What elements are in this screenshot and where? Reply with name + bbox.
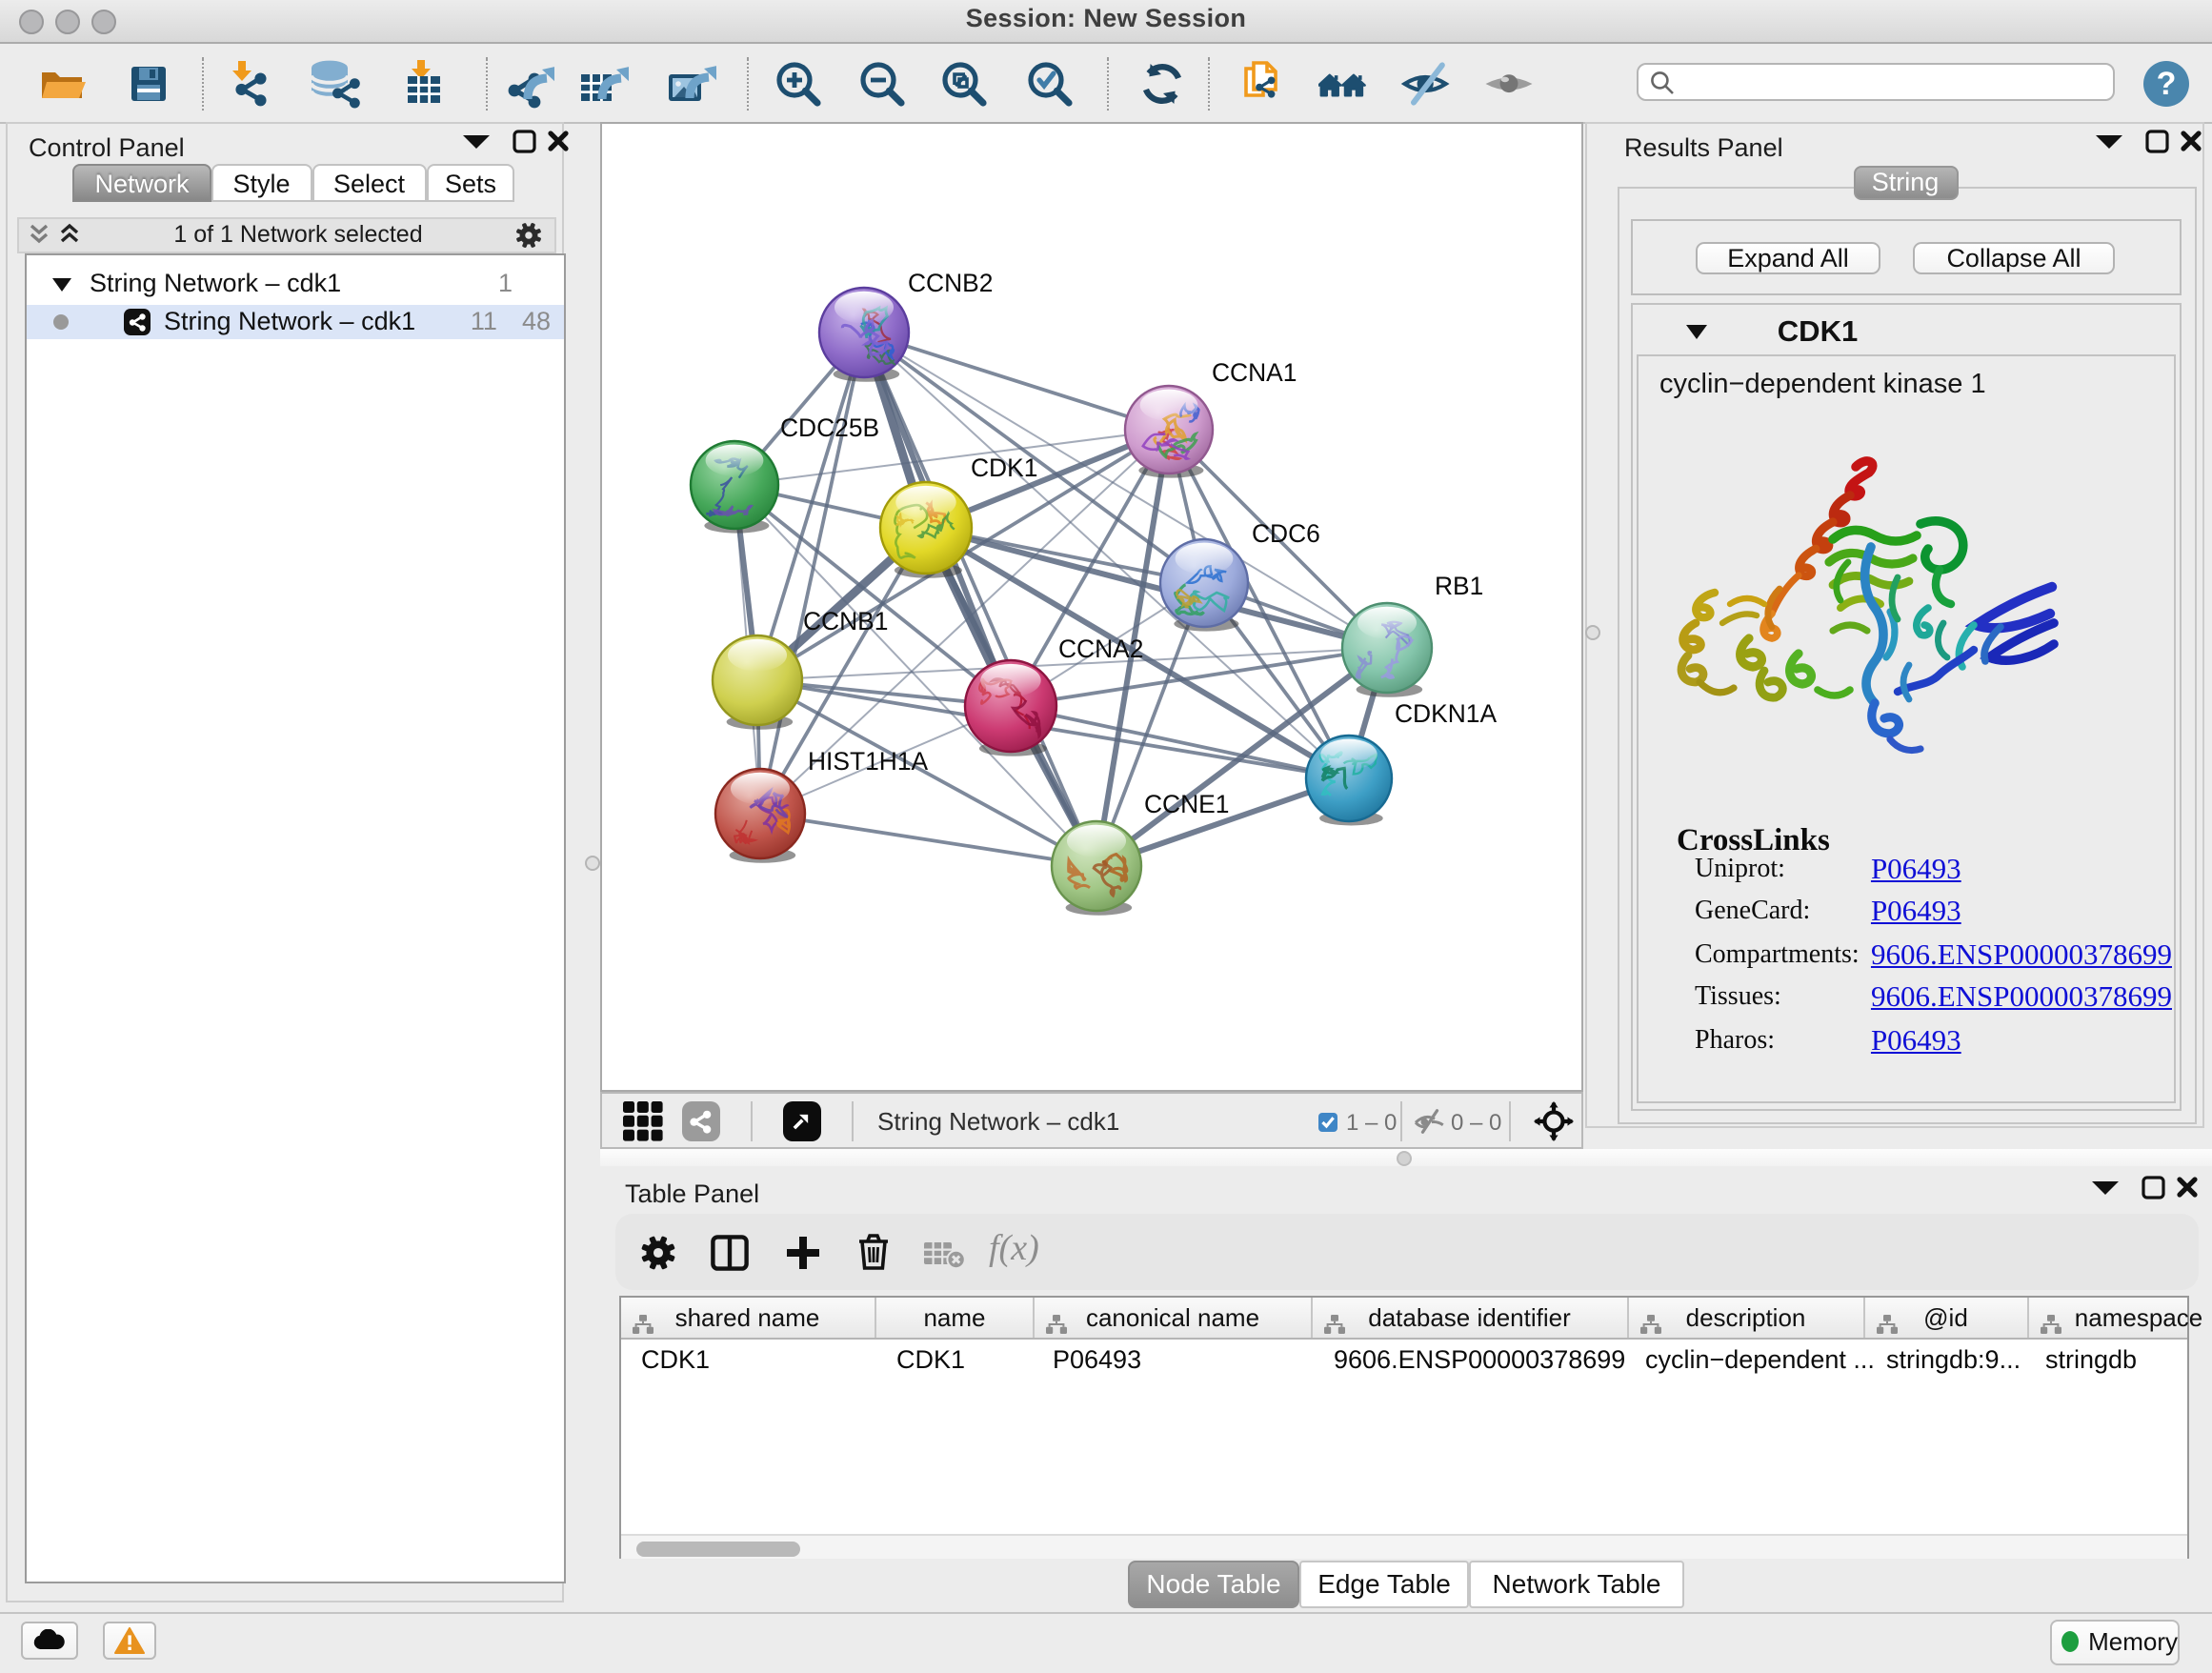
svg-text:CDC25B: CDC25B: [779, 413, 878, 442]
svg-text:CDK1: CDK1: [970, 454, 1036, 482]
svg-text:CDKN1A: CDKN1A: [1394, 699, 1496, 728]
svg-text:CCNA1: CCNA1: [1211, 358, 1296, 387]
svg-text:CDC6: CDC6: [1251, 519, 1319, 548]
svg-text:CCNB1: CCNB1: [802, 607, 887, 635]
svg-text:CCNA2: CCNA2: [1057, 635, 1142, 663]
svg-text:HIST1H1A: HIST1H1A: [807, 747, 928, 776]
svg-text:?: ?: [2157, 66, 2177, 102]
svg-text:CCNE1: CCNE1: [1143, 790, 1228, 818]
svg-text:CCNB2: CCNB2: [907, 269, 992, 297]
svg-text:RB1: RB1: [1434, 572, 1482, 600]
